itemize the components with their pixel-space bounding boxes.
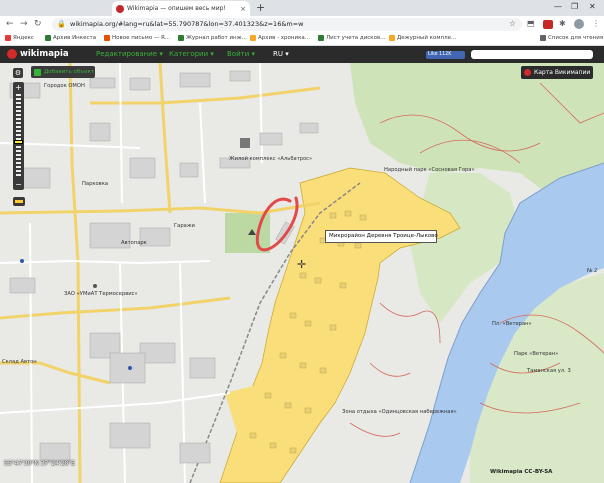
zoom-in-icon[interactable]: + bbox=[13, 83, 24, 92]
menu-language[interactable]: RU ▾ bbox=[273, 50, 289, 58]
bookmark-item[interactable]: Лист учета дисков... bbox=[318, 35, 385, 41]
map-graphics bbox=[0, 63, 604, 483]
bookmark-item[interactable]: Архив Инкеста bbox=[45, 35, 96, 41]
forward-icon[interactable]: → bbox=[20, 19, 28, 29]
map-label[interactable]: Жилой комплекс «Альбатрос» bbox=[229, 156, 312, 162]
more-menu-icon[interactable]: ⋮ bbox=[592, 19, 600, 28]
address-bar[interactable]: 🔒 wikimapia.org/#lang=ru&lat=55.790787&l… bbox=[52, 18, 522, 31]
wikimapia-logo[interactable]: wikimapia bbox=[7, 49, 69, 59]
bookmark-item[interactable]: Яндекс bbox=[5, 35, 34, 41]
back-icon[interactable]: ← bbox=[6, 19, 14, 29]
browser-window: Wikimapia — опишем весь мир! × + — ❐ ✕ ←… bbox=[0, 0, 604, 483]
mail-icon bbox=[104, 35, 110, 41]
map-label[interactable]: Пл. «Ветеран» bbox=[492, 321, 532, 327]
map-label[interactable]: Склад Автон bbox=[2, 359, 37, 365]
map-label[interactable]: Городок ОМОН bbox=[44, 83, 85, 89]
reading-list[interactable]: Список для чтения bbox=[540, 35, 603, 41]
wikimapia-header: wikimapia Редактирование ▾ Категории ▾ В… bbox=[0, 46, 604, 63]
wikimapia-map-button[interactable]: Карта Викимапии bbox=[521, 66, 593, 79]
bookmark-star-icon[interactable]: ☆ bbox=[509, 19, 516, 28]
zoom-slider-track[interactable] bbox=[16, 94, 21, 178]
zoom-slider-thumb[interactable] bbox=[14, 140, 23, 144]
browser-tab[interactable]: Wikimapia — опишем весь мир! × bbox=[112, 1, 250, 16]
reload-icon[interactable]: ↻ bbox=[34, 19, 42, 29]
map-canvas[interactable]: Городок ОМОН Парковка Жилой комплекс «Ал… bbox=[0, 63, 604, 483]
wikimapia-logo-icon bbox=[524, 69, 531, 76]
profile-avatar[interactable] bbox=[574, 19, 584, 29]
minimize-icon[interactable]: — bbox=[554, 2, 562, 11]
facebook-like-button[interactable]: Like 112K bbox=[426, 51, 465, 59]
extension-icon[interactable]: ⬒ bbox=[527, 19, 535, 28]
add-object-button[interactable]: Добавить объект bbox=[31, 66, 95, 78]
place-tooltip[interactable]: Микрорайон Деревня Троице-Лыково bbox=[325, 230, 438, 243]
map-label[interactable]: № 2 bbox=[587, 268, 597, 274]
new-tab-button[interactable]: + bbox=[256, 1, 265, 15]
streets bbox=[0, 63, 263, 483]
poi-icon bbox=[128, 366, 132, 370]
bookmark-item[interactable]: Архив - хроника... bbox=[250, 35, 310, 41]
url-text: wikimapia.org/#lang=ru&lat=55.790787&lon… bbox=[70, 20, 304, 28]
map-center-crosshair-icon: ✛ bbox=[297, 258, 307, 271]
yandex-icon bbox=[5, 35, 11, 41]
settings-gear-icon[interactable]: ⚙ bbox=[13, 68, 23, 78]
wikimapia-favicon-icon bbox=[116, 4, 124, 13]
map-label[interactable]: Автопарк bbox=[121, 240, 147, 246]
lock-icon: 🔒 bbox=[57, 20, 66, 28]
folder-icon bbox=[250, 35, 256, 41]
map-label[interactable]: Парковка bbox=[82, 181, 108, 187]
menu-login[interactable]: Войти ▾ bbox=[227, 50, 255, 58]
map-label[interactable]: Парк «Ветеран» bbox=[514, 351, 558, 357]
coordinates-readout: 55°47'30"N 37°24'28"E bbox=[4, 460, 75, 467]
map-label[interactable]: Таманская ул. 3 bbox=[527, 368, 571, 374]
bookmark-item[interactable]: Новое письмо — R... bbox=[104, 35, 170, 41]
layers-icon bbox=[15, 200, 23, 203]
maximize-icon[interactable]: ❐ bbox=[571, 2, 578, 11]
poi-icon bbox=[93, 284, 97, 288]
bookmarks-bar: Яндекс Архив Инкеста Новое письмо — R...… bbox=[0, 33, 604, 46]
sheet-icon bbox=[178, 35, 184, 41]
folder-icon bbox=[389, 35, 395, 41]
wikimapia-search-input[interactable] bbox=[471, 50, 593, 59]
sheet-icon bbox=[318, 35, 324, 41]
bookmark-item[interactable]: Журнал работ инж... bbox=[178, 35, 247, 41]
complex-marker-icon bbox=[240, 138, 250, 148]
tab-close-icon[interactable]: × bbox=[240, 5, 246, 13]
map-label[interactable]: ЗАО «УМиАТ Термосервис» bbox=[64, 291, 138, 297]
map-label[interactable]: Зона отдыха «Одинцовская набережная» bbox=[342, 409, 457, 415]
menu-edit[interactable]: Редактирование ▾ bbox=[96, 50, 163, 58]
puzzle-icon[interactable]: ✱ bbox=[559, 19, 566, 28]
map-label[interactable]: Гаражи bbox=[174, 223, 195, 229]
layers-button[interactable] bbox=[13, 197, 25, 206]
edit-icon bbox=[34, 68, 41, 76]
title-bar: Wikimapia — опишем весь мир! × + — ❐ ✕ bbox=[0, 0, 604, 16]
menu-categories[interactable]: Категории ▾ bbox=[169, 50, 214, 58]
map-label[interactable]: Народный парк «Сосновая Гора» bbox=[384, 167, 475, 173]
zoom-out-icon[interactable]: − bbox=[13, 180, 24, 189]
copyright-link[interactable]: Wikimapia CC-BY-SA bbox=[490, 469, 552, 475]
browser-toolbar: ← → ↻ 🔒 wikimapia.org/#lang=ru&lat=55.79… bbox=[0, 16, 604, 33]
close-window-icon[interactable]: ✕ bbox=[589, 2, 596, 11]
poi-icon bbox=[20, 259, 24, 263]
wikimapia-logo-icon bbox=[7, 49, 17, 59]
bookmark-item[interactable]: Дежурный компле... bbox=[389, 35, 456, 41]
sheet-icon bbox=[45, 35, 51, 41]
tab-title: Wikimapia — опишем весь мир! bbox=[127, 5, 226, 12]
extension-badge-icon[interactable] bbox=[543, 20, 553, 29]
reading-list-icon bbox=[540, 35, 546, 41]
zoom-control[interactable]: + − bbox=[13, 82, 24, 190]
